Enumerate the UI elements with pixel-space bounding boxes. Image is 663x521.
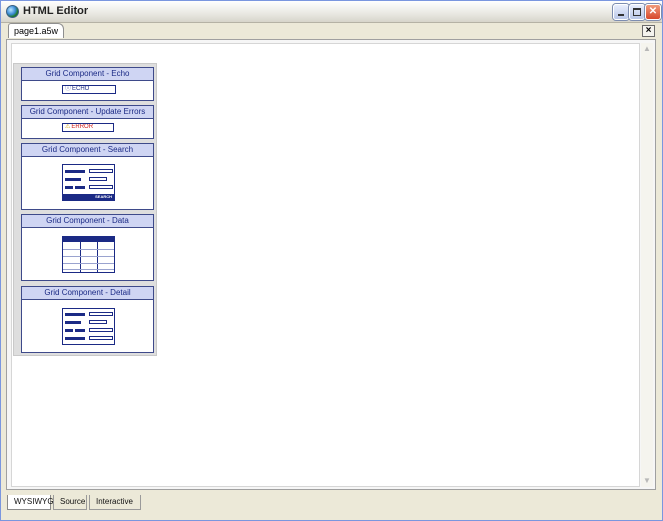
- tab-interactive[interactable]: Interactive: [89, 495, 141, 510]
- close-icon: ✕: [648, 6, 658, 17]
- minimize-button[interactable]: [613, 4, 629, 20]
- document-tab-bar: page1.a5w ×: [2, 23, 661, 38]
- data-grid-preview: [62, 236, 115, 273]
- search-preview-label: SEARCH: [95, 194, 112, 199]
- component-title: Grid Component - Update Errors: [22, 106, 153, 119]
- component-update-errors[interactable]: Grid Component - Update Errors ⚠ERROR: [21, 105, 154, 139]
- component-data[interactable]: Grid Component - Data: [21, 214, 154, 281]
- tab-page1[interactable]: page1.a5w: [8, 23, 64, 38]
- search-form-preview: SEARCH: [62, 164, 115, 201]
- error-preview: ⚠ERROR: [62, 123, 114, 132]
- close-document-button[interactable]: ×: [642, 25, 655, 37]
- component-detail[interactable]: Grid Component - Detail: [21, 286, 154, 353]
- globe-icon: [6, 5, 19, 18]
- component-echo[interactable]: Grid Component - Echo ⓘECHO: [21, 67, 154, 101]
- component-palette: Grid Component - Echo ⓘECHO Grid Compone…: [13, 63, 157, 356]
- title-bar[interactable]: HTML Editor ✕: [1, 1, 662, 23]
- view-tabs: WYSIWYG Source Interactive: [5, 495, 663, 511]
- tab-wysiwyg[interactable]: WYSIWYG: [7, 495, 54, 510]
- minimize-icon: [618, 14, 624, 16]
- info-icon: ⓘ: [65, 86, 72, 92]
- component-title: Grid Component - Data: [22, 215, 153, 228]
- vertical-scrollbar[interactable]: ▲ ▼: [641, 43, 653, 487]
- tab-source[interactable]: Source: [53, 495, 87, 510]
- scroll-down-icon[interactable]: ▼: [642, 476, 652, 486]
- window-title: HTML Editor: [23, 5, 89, 17]
- detail-form-preview: [62, 308, 115, 345]
- maximize-icon: [633, 8, 641, 16]
- html-editor-window: HTML Editor ✕ page1.a5w × ▲ ▼ Grid Compo…: [0, 0, 663, 521]
- maximize-button[interactable]: [629, 4, 645, 20]
- component-title: Grid Component - Detail: [22, 287, 153, 300]
- close-document-icon: ×: [645, 25, 652, 36]
- component-title: Grid Component - Search: [22, 144, 153, 157]
- scroll-up-icon[interactable]: ▲: [642, 44, 652, 54]
- warning-icon: ⚠: [65, 124, 71, 130]
- component-title: Grid Component - Echo: [22, 68, 153, 81]
- close-button[interactable]: ✕: [645, 4, 661, 20]
- echo-preview: ⓘECHO: [62, 85, 116, 94]
- component-search[interactable]: Grid Component - Search SEARCH: [21, 143, 154, 210]
